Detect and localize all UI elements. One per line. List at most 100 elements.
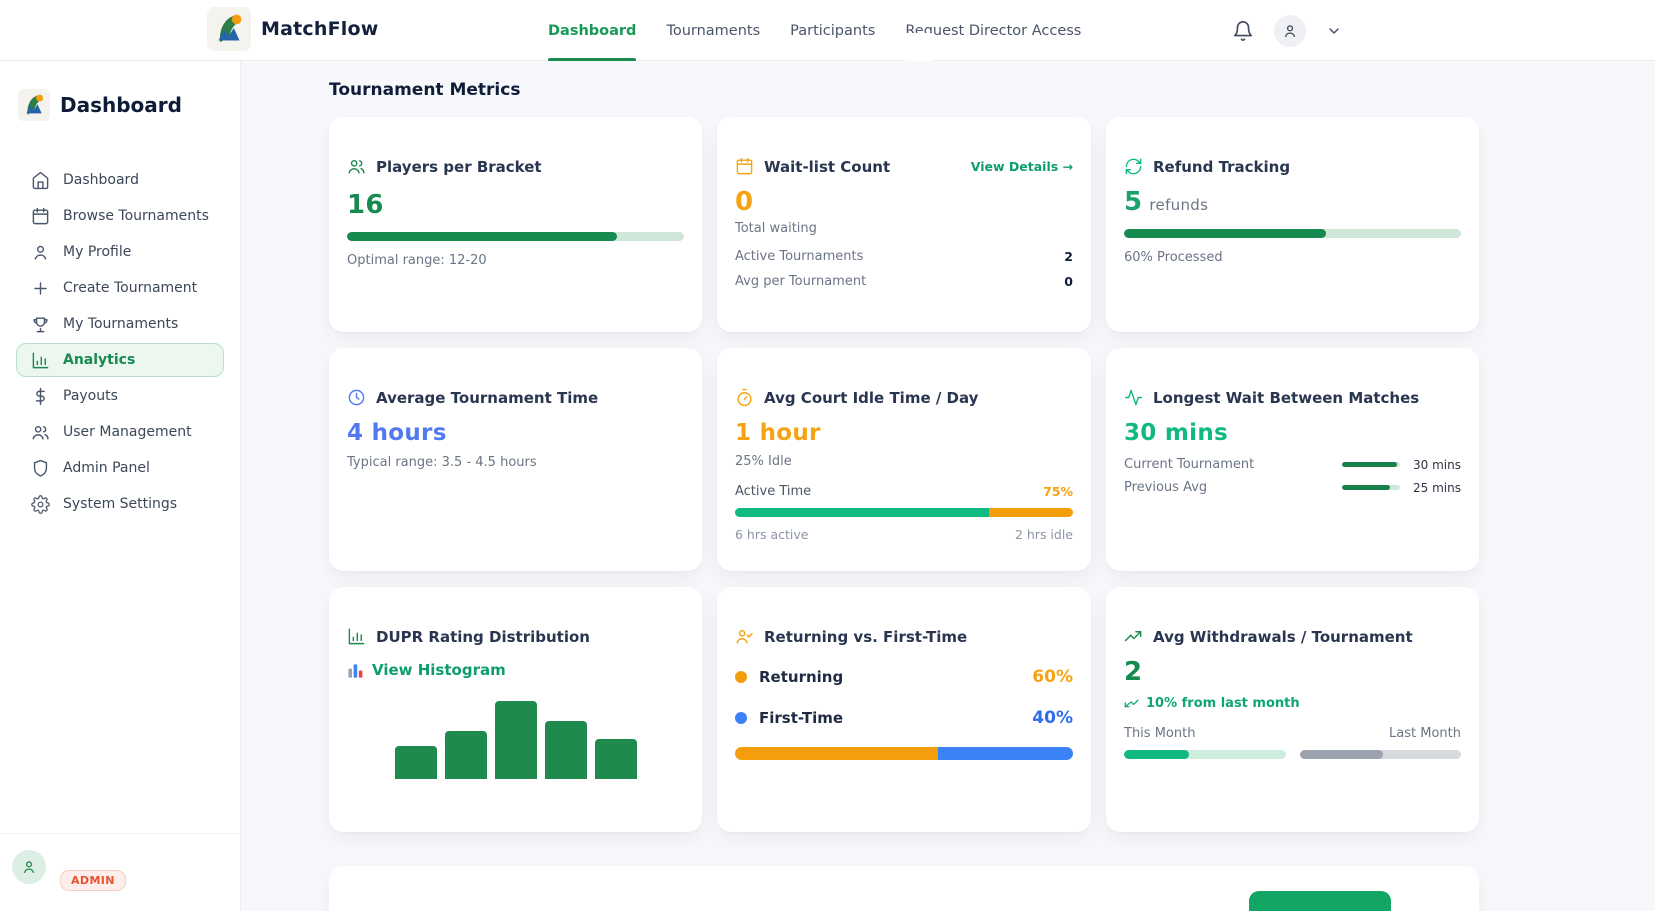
histogram-bar	[495, 701, 537, 779]
plus-icon	[31, 279, 50, 298]
active-segment	[735, 508, 989, 517]
card-title: Players per Bracket	[376, 158, 542, 176]
row-value: 0	[1064, 274, 1073, 289]
players-progress-fill	[347, 232, 617, 241]
home-icon	[31, 171, 50, 190]
header-actions	[1232, 0, 1342, 61]
card-title: Average Tournament Time	[376, 389, 598, 407]
bar-chart-icon	[31, 351, 50, 370]
sidebar-item-analytics[interactable]: Analytics	[16, 343, 224, 377]
sidebar-item-label: My Tournaments	[63, 316, 178, 332]
chevron-down-icon[interactable]	[1326, 23, 1342, 39]
players-icon	[347, 157, 366, 176]
nav-participants[interactable]: Participants	[790, 0, 875, 61]
nav-tournaments[interactable]: Tournaments	[666, 0, 760, 61]
sidebar-footer: ADMIN	[0, 833, 240, 911]
players-progress-track	[347, 232, 684, 241]
mini-histogram-icon	[347, 662, 364, 679]
longest-wait-row: Current Tournament 30 mins	[1124, 457, 1461, 472]
sidebar-item-label: System Settings	[63, 496, 177, 512]
first-time-row: First-Time 40%	[735, 708, 1073, 728]
orange-dot-icon	[735, 671, 747, 683]
first-time-segment	[938, 747, 1073, 760]
histogram-bar	[395, 746, 437, 779]
user-check-icon	[735, 627, 754, 646]
top-navigation: Dashboard Tournaments Participants Reque…	[548, 0, 1081, 61]
card-refund-tracking: Refund Tracking 5refunds 60% Processed	[1106, 117, 1479, 332]
sidebar-item-label: User Management	[63, 424, 192, 440]
returning-row: Returning 60%	[735, 667, 1073, 687]
metrics-grid: Players per Bracket 16 Optimal range: 12…	[329, 117, 1479, 832]
longest-wait-row: Previous Avg 25 mins	[1124, 480, 1461, 495]
waitlist-subtitle: Total waiting	[735, 221, 1073, 236]
view-histogram-link[interactable]: View Histogram	[372, 661, 506, 679]
sidebar-item-label: Admin Panel	[63, 460, 150, 476]
dollar-icon	[31, 387, 50, 406]
sidebar: Dashboard Dashboard Browse Tournaments M…	[0, 61, 241, 911]
top-header: MatchFlow Dashboard Tournaments Particip…	[0, 0, 1655, 61]
sidebar-item-payouts[interactable]: Payouts	[16, 379, 224, 413]
card-title: Returning vs. First-Time	[764, 628, 967, 646]
this-month-bar-track	[1124, 750, 1286, 759]
brand: MatchFlow	[207, 7, 379, 51]
timer-icon	[735, 388, 754, 407]
row-label: Returning	[759, 668, 1032, 686]
matchflow-logo-icon	[207, 7, 251, 51]
blue-dot-icon	[735, 712, 747, 724]
bottom-green-button[interactable]	[1249, 891, 1391, 911]
players-note: Optimal range: 12-20	[347, 253, 684, 268]
card-court-idle-time: Avg Court Idle Time / Day 1 hour 25% Idl…	[717, 348, 1091, 571]
row-bar-track	[1342, 485, 1400, 490]
sidebar-item-dashboard[interactable]: Dashboard	[16, 163, 224, 197]
card-average-tournament-time: Average Tournament Time 4 hours Typical …	[329, 348, 702, 571]
row-value: 2	[1064, 249, 1073, 264]
sidebar-logo-icon	[18, 89, 50, 121]
trophy-icon	[31, 315, 50, 334]
sidebar-item-admin-panel[interactable]: Admin Panel	[16, 451, 224, 485]
sidebar-item-label: Browse Tournaments	[63, 208, 209, 224]
user-avatar[interactable]	[1274, 15, 1306, 47]
card-title: Wait-list Count	[764, 158, 890, 176]
nav-dashboard[interactable]: Dashboard	[548, 0, 636, 61]
idle-subtitle: 25% Idle	[735, 454, 1073, 469]
this-month-label: This Month	[1124, 726, 1195, 741]
main-content: Tournament Metrics Players per Bracket 1…	[241, 61, 1655, 911]
card-title: Avg Withdrawals / Tournament	[1153, 628, 1413, 646]
activity-icon	[1124, 388, 1143, 407]
calendar-icon	[735, 157, 754, 176]
trending-down-icon	[1124, 696, 1139, 711]
this-month-bar-fill	[1124, 750, 1189, 759]
sidebar-user-avatar[interactable]	[12, 850, 46, 884]
avg-time-value: 4 hours	[347, 420, 684, 446]
row-label: Active Tournaments	[735, 249, 863, 264]
users-icon	[31, 423, 50, 442]
sidebar-item-user-management[interactable]: User Management	[16, 415, 224, 449]
sidebar-item-label: My Profile	[63, 244, 131, 260]
sidebar-item-browse-tournaments[interactable]: Browse Tournaments	[16, 199, 224, 233]
players-value: 16	[347, 190, 684, 220]
user-icon	[31, 243, 50, 262]
histogram-bar	[545, 721, 587, 779]
last-month-bar-track	[1300, 750, 1462, 759]
refunds-progress-fill	[1124, 229, 1326, 238]
refresh-icon	[1124, 157, 1143, 176]
sidebar-item-my-profile[interactable]: My Profile	[16, 235, 224, 269]
row-label: Previous Avg	[1124, 480, 1342, 495]
shield-icon	[31, 459, 50, 478]
view-details-link[interactable]: View Details →	[971, 159, 1073, 174]
sidebar-item-system-settings[interactable]: System Settings	[16, 487, 224, 521]
sidebar-item-create-tournament[interactable]: Create Tournament	[16, 271, 224, 305]
sidebar-menu: Dashboard Browse Tournaments My Profile …	[0, 163, 240, 521]
brand-name: MatchFlow	[261, 18, 379, 40]
row-label: Current Tournament	[1124, 457, 1342, 472]
bottom-wide-card	[329, 866, 1479, 911]
row-label: First-Time	[759, 709, 1032, 727]
sidebar-item-label: Create Tournament	[63, 280, 197, 296]
last-month-label: Last Month	[1389, 726, 1461, 741]
row-value: 30 mins	[1409, 458, 1461, 472]
active-time-pct: 75%	[1043, 484, 1073, 499]
row-value: 40%	[1032, 708, 1073, 728]
bell-icon[interactable]	[1232, 20, 1254, 42]
sidebar-item-label: Payouts	[63, 388, 118, 404]
sidebar-item-my-tournaments[interactable]: My Tournaments	[16, 307, 224, 341]
